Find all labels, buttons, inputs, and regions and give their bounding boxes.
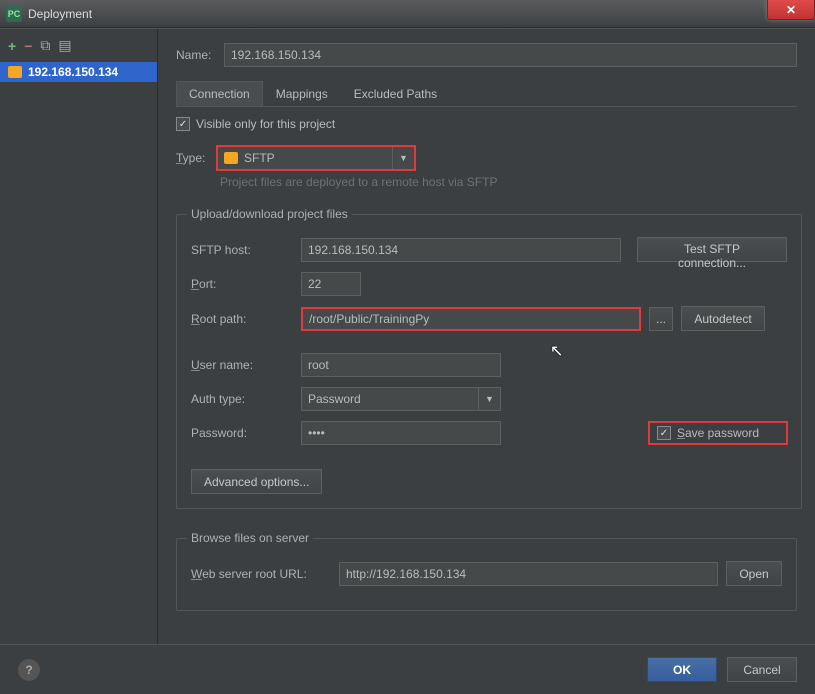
server-icon — [8, 66, 22, 78]
autodetect-button[interactable]: Autodetect — [681, 306, 765, 331]
dropdown-arrow-icon: ▼ — [478, 388, 500, 410]
sftp-icon — [224, 152, 238, 164]
advanced-options-button[interactable]: Advanced options... — [191, 469, 322, 494]
upload-group: Upload/download project files SFTP host:… — [176, 207, 802, 509]
password-label: Password: — [191, 426, 293, 440]
browse-path-button[interactable]: ... — [649, 307, 673, 331]
ok-button[interactable]: OK — [647, 657, 717, 682]
tab-mappings[interactable]: Mappings — [263, 81, 341, 106]
type-select[interactable]: SFTP ▼ — [216, 145, 416, 171]
copy-icon[interactable]: ⧉ — [40, 37, 50, 54]
auth-type-label: Auth type: — [191, 392, 293, 406]
type-value: SFTP — [244, 151, 275, 165]
tab-excluded[interactable]: Excluded Paths — [341, 81, 450, 106]
sftp-host-input[interactable] — [301, 238, 621, 262]
tabs: Connection Mappings Excluded Paths — [176, 81, 797, 107]
username-label: User name: — [191, 358, 293, 372]
root-path-input[interactable] — [301, 307, 641, 331]
auth-type-select[interactable]: Password ▼ — [301, 387, 501, 411]
save-password-checkbox[interactable]: ✓ — [657, 426, 671, 440]
cancel-button[interactable]: Cancel — [727, 657, 797, 682]
name-input[interactable] — [224, 43, 797, 67]
root-path-label: Root path: — [191, 312, 293, 326]
sidebar: + − ⧉ ▤ 192.168.150.134 — [0, 29, 158, 644]
remove-server-icon[interactable]: − — [24, 38, 32, 54]
name-label: Name: — [176, 48, 224, 62]
username-input[interactable] — [301, 353, 501, 377]
dialog-footer: ? OK Cancel — [0, 644, 815, 694]
main-panel: Name: Connection Mappings Excluded Paths… — [158, 29, 815, 644]
type-hint: Project files are deployed to a remote h… — [220, 175, 797, 189]
web-url-input[interactable] — [339, 562, 718, 586]
web-url-label: Web server root URL: — [191, 567, 331, 581]
save-password-label: Save password — [677, 426, 759, 440]
type-label: Type: — [176, 151, 216, 165]
add-server-icon[interactable]: + — [8, 38, 16, 54]
layout-icon[interactable]: ▤ — [58, 37, 71, 54]
titlebar: PC Deployment ✕ — [0, 0, 815, 28]
auth-type-value: Password — [308, 392, 361, 406]
browse-group-legend: Browse files on server — [187, 531, 313, 545]
close-button[interactable]: ✕ — [767, 0, 815, 20]
help-icon[interactable]: ? — [18, 659, 40, 681]
password-input[interactable] — [301, 421, 501, 445]
test-connection-button[interactable]: Test SFTP connection... — [637, 237, 787, 262]
save-password-row[interactable]: ✓ Save password — [649, 422, 787, 444]
window-title: Deployment — [28, 7, 92, 21]
browse-group: Browse files on server Web server root U… — [176, 531, 797, 611]
sftp-host-label: SFTP host: — [191, 243, 293, 257]
tab-connection[interactable]: Connection — [176, 81, 263, 106]
visible-only-checkbox[interactable]: ✓ — [176, 117, 190, 131]
sidebar-toolbar: + − ⧉ ▤ — [0, 33, 157, 58]
visible-only-row[interactable]: ✓ Visible only for this project — [176, 117, 797, 131]
upload-group-legend: Upload/download project files — [187, 207, 352, 221]
visible-only-label: Visible only for this project — [196, 117, 335, 131]
server-list-item[interactable]: 192.168.150.134 — [0, 62, 157, 82]
app-icon: PC — [6, 6, 22, 22]
dropdown-arrow-icon: ▼ — [392, 147, 414, 169]
server-label: 192.168.150.134 — [28, 65, 118, 79]
port-input[interactable] — [301, 272, 361, 296]
port-label: Port: — [191, 277, 293, 291]
open-url-button[interactable]: Open — [726, 561, 782, 586]
